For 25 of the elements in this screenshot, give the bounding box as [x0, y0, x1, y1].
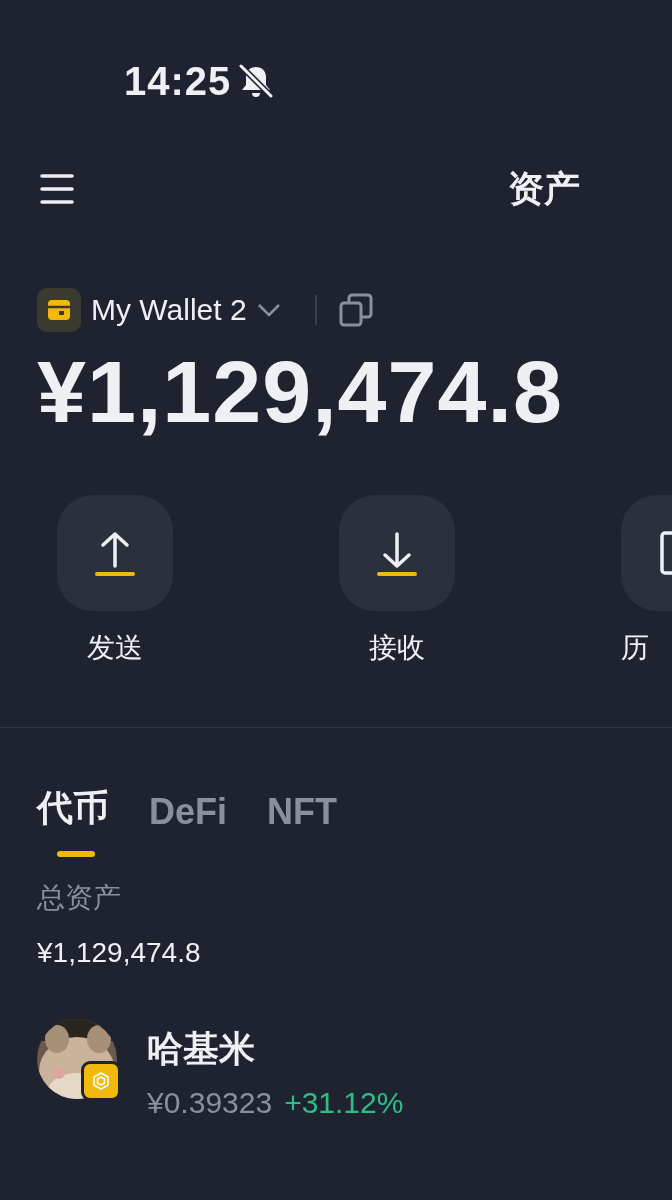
action-label: 发送: [87, 631, 143, 665]
send-button[interactable]: [57, 495, 173, 611]
wallet-name[interactable]: My Wallet 2: [91, 293, 247, 327]
total-value: ¥1,129,474.8: [36, 937, 202, 969]
chevron-down-icon[interactable]: [256, 303, 281, 317]
tab[interactable]: NFT: [267, 791, 337, 857]
menu-icon[interactable]: [40, 173, 74, 205]
muted-bell-icon: [237, 62, 276, 100]
total-label: 总资产: [36, 881, 122, 915]
chain-icon: [81, 1061, 121, 1101]
price-change: +31.12%: [284, 1086, 404, 1120]
download-icon: [376, 530, 418, 576]
token-price: ¥0.39323: [147, 1086, 273, 1120]
tab[interactable]: 代币: [37, 784, 109, 857]
token-name[interactable]: 哈基米: [147, 1025, 404, 1074]
balance-amount: ¥1,129,474.8: [36, 341, 564, 443]
copy-icon[interactable]: [338, 293, 373, 327]
page-title: 资产: [508, 166, 580, 211]
action-label: 历: [621, 631, 649, 665]
receive-button[interactable]: [339, 495, 455, 611]
tab[interactable]: DeFi: [149, 791, 227, 857]
upload-icon: [94, 530, 136, 576]
action-label: 接收: [369, 631, 425, 665]
wallet-icon: [37, 288, 81, 332]
status-time: 14:25: [124, 58, 232, 104]
